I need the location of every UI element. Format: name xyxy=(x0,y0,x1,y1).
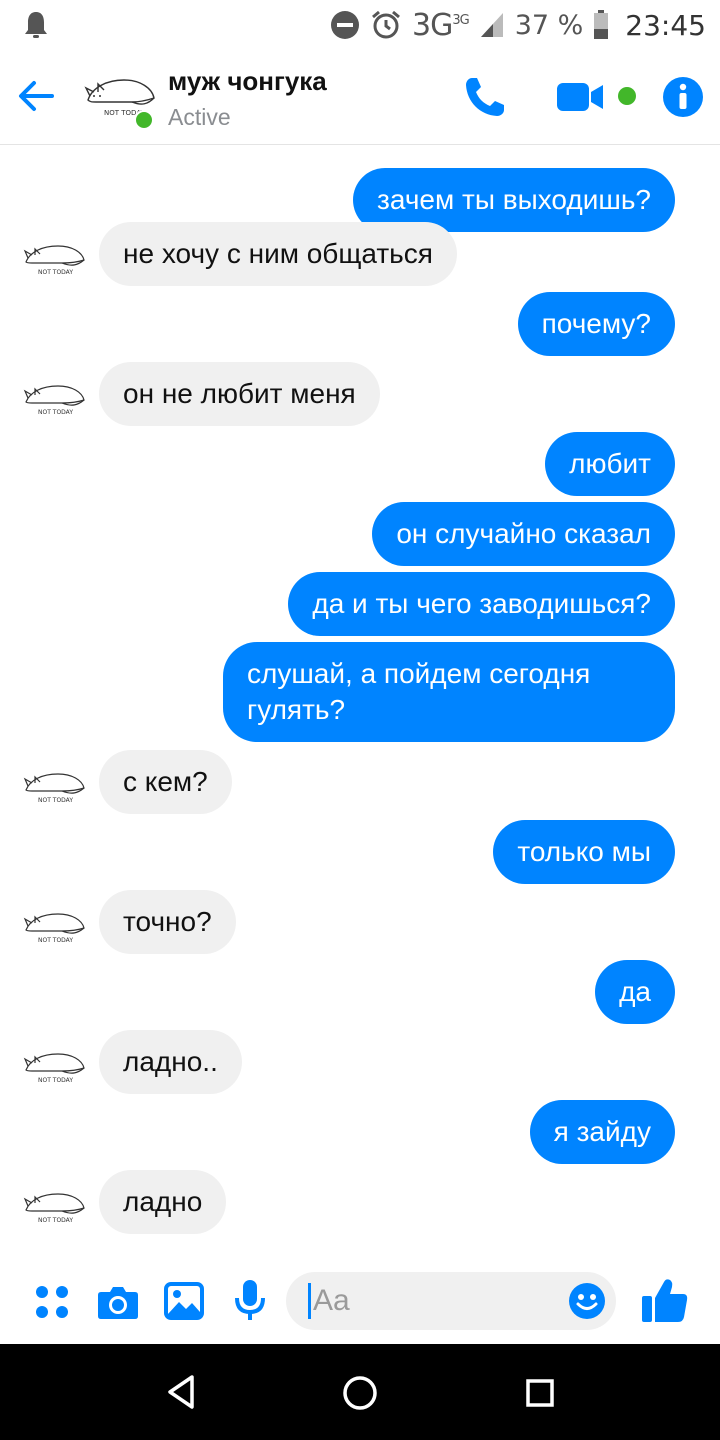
message-incoming[interactable]: точно? xyxy=(99,890,236,954)
microphone-icon[interactable] xyxy=(234,1278,266,1322)
message-outgoing[interactable]: я зайду xyxy=(529,1100,675,1164)
alarm-icon xyxy=(372,10,400,39)
contact-status: Active xyxy=(168,104,231,130)
composer-bar: Aa xyxy=(0,1254,720,1344)
system-nav-bar xyxy=(0,1344,720,1440)
nav-home-icon[interactable] xyxy=(342,1375,378,1411)
sender-avatar xyxy=(24,773,85,805)
message-outgoing[interactable]: почему? xyxy=(517,292,675,356)
sender-avatar xyxy=(24,245,85,277)
message-input[interactable]: Aa xyxy=(286,1272,616,1330)
notification-bell-icon xyxy=(25,12,47,38)
message-outgoing[interactable]: слушай, а пойдем сегодня гулять? xyxy=(223,642,675,742)
active-indicator xyxy=(134,110,154,130)
battery-level: 37 % xyxy=(514,9,584,41)
clock: 23:45 xyxy=(625,8,706,42)
message-incoming[interactable]: ладно.. xyxy=(99,1030,242,1094)
four-dots-icon[interactable] xyxy=(34,1284,70,1320)
image-icon[interactable] xyxy=(164,1282,204,1320)
network-type: 3G3G xyxy=(411,7,470,43)
message-list[interactable]: зачем ты выходишь? не хочу с ним общатьс… xyxy=(0,146,720,1254)
message-input-placeholder: Aa xyxy=(313,1284,350,1317)
message-incoming[interactable]: ладно xyxy=(99,1170,227,1234)
sender-avatar xyxy=(24,1193,85,1225)
message-incoming[interactable]: он не любит меня xyxy=(99,362,380,426)
nav-recent-icon[interactable] xyxy=(525,1378,555,1408)
status-right: 3G3G 37 % 23:45 xyxy=(330,0,706,50)
info-icon[interactable] xyxy=(662,76,704,118)
phone-icon[interactable] xyxy=(462,74,508,120)
back-arrow-icon[interactable] xyxy=(16,76,56,116)
video-camera-icon[interactable] xyxy=(556,80,606,114)
thumbs-up-icon[interactable] xyxy=(640,1276,690,1324)
status-bar: 3G3G 37 % 23:45 xyxy=(0,0,720,50)
message-outgoing[interactable]: любит xyxy=(545,432,675,496)
text-cursor xyxy=(308,1283,311,1319)
conversation-header: NOT TODAY муж чонгука Active xyxy=(0,50,720,145)
sender-avatar xyxy=(24,913,85,945)
message-outgoing[interactable]: да и ты чего заводишься? xyxy=(288,572,675,636)
nav-back-icon[interactable] xyxy=(166,1374,196,1410)
video-active-dot xyxy=(618,87,636,105)
message-outgoing[interactable]: только мы xyxy=(493,820,675,884)
sender-avatar xyxy=(24,385,85,417)
message-incoming[interactable]: с кем? xyxy=(99,750,232,814)
camera-icon[interactable] xyxy=(97,1284,139,1320)
battery-icon xyxy=(594,10,609,39)
contact-name[interactable]: муж чонгука xyxy=(168,66,327,97)
message-incoming[interactable]: не хочу с ним общаться xyxy=(99,222,457,286)
message-outgoing[interactable]: он случайно сказал xyxy=(372,502,675,566)
message-outgoing[interactable]: да xyxy=(595,960,675,1024)
smiley-icon[interactable] xyxy=(568,1282,606,1320)
sender-avatar xyxy=(24,1053,85,1085)
signal-icon xyxy=(480,13,503,37)
do-not-disturb-icon xyxy=(330,11,359,39)
